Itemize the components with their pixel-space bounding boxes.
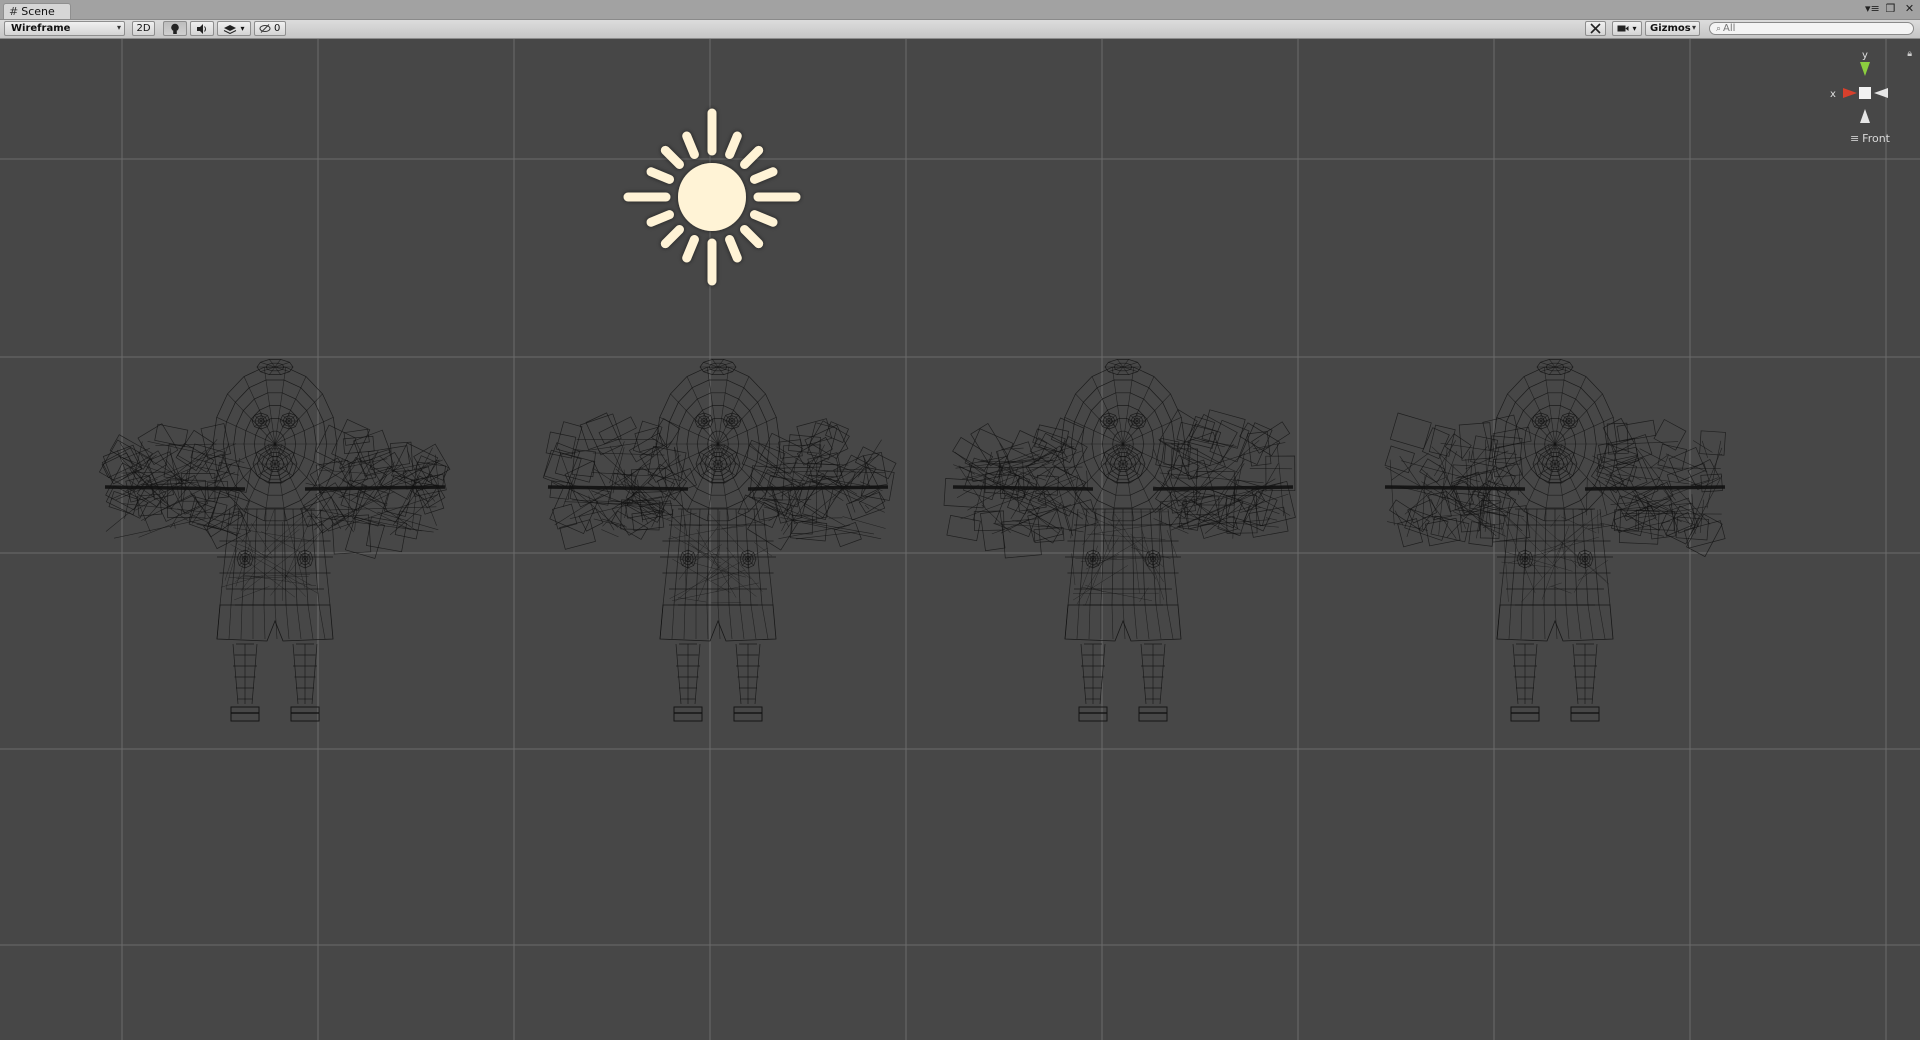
layers-icon [224, 24, 237, 34]
gizmos-dropdown[interactable]: Gizmos ▾ [1645, 21, 1700, 36]
axis-x-cone[interactable] [1843, 88, 1857, 98]
scene-viewport[interactable]: y x 🔒︎ ≡ Front [0, 39, 1920, 1040]
axis-neg-x-cone[interactable] [1874, 88, 1888, 98]
lock-icon[interactable]: 🔒︎ [1907, 49, 1912, 59]
gizmo-center-cube[interactable] [1859, 87, 1871, 99]
character-wireframe-4[interactable] [1345, 359, 1765, 799]
hidden-count: 0 [274, 23, 281, 34]
tab-scene[interactable]: # Scene [3, 3, 71, 19]
window-controls: ▾≡ ❐ ✕ [1865, 2, 1916, 15]
lighting-toggle-button[interactable] [163, 21, 187, 36]
menu-icon: ≡ [1849, 132, 1860, 145]
2d-label: 2D [136, 23, 151, 34]
draw-mode-dropdown[interactable]: Wireframe ▾ [4, 21, 125, 36]
chevron-down-icon: ▾ [1691, 23, 1696, 32]
camera-settings-button[interactable]: ▾ [1612, 21, 1642, 36]
minimize-icon[interactable]: ▾≡ [1865, 2, 1880, 15]
character-wireframe-1[interactable] [65, 359, 485, 799]
chevron-down-icon: ▾ [116, 23, 121, 32]
audio-toggle-button[interactable] [190, 21, 214, 36]
camera-icon [1617, 25, 1629, 32]
view-projection-label[interactable]: ≡ Front [1850, 132, 1890, 145]
gizmos-label: Gizmos [1650, 23, 1691, 34]
draw-mode-label: Wireframe [11, 23, 71, 34]
search-icon: ⌕ [1716, 23, 1722, 34]
hidden-objects-button[interactable]: 0 [254, 21, 286, 36]
character-wireframe-3[interactable] [913, 359, 1333, 799]
eye-hidden-icon [259, 24, 271, 33]
character-wireframe-2[interactable] [508, 359, 928, 799]
search-field[interactable]: ⌕ [1709, 22, 1914, 35]
lightbulb-icon [171, 23, 179, 34]
axis-x-label: x [1830, 89, 1836, 100]
close-icon[interactable]: ✕ [1903, 2, 1916, 15]
axis-y-cone[interactable] [1860, 62, 1870, 76]
grid-icon: # [9, 5, 19, 18]
axis-y-label: y [1862, 50, 1868, 61]
tools-icon [1590, 23, 1601, 34]
tab-scene-label: Scene [21, 5, 55, 18]
view-name: Front [1862, 132, 1890, 145]
speaker-icon [197, 23, 206, 34]
chevron-down-icon: ▾ [240, 24, 245, 33]
tab-bar: # Scene ▾≡ ❐ ✕ [0, 0, 1920, 20]
tools-button[interactable] [1585, 21, 1606, 36]
scene-toolbar: Wireframe ▾ 2D ▾ 0 ▾ Gizmos ▾ ⌕ All [0, 20, 1920, 39]
maximize-icon[interactable]: ❐ [1884, 2, 1897, 15]
axis-neg-y-cone[interactable] [1860, 109, 1870, 123]
2d-toggle-button[interactable]: 2D [132, 21, 155, 36]
directional-light-sun-icon[interactable] [620, 105, 804, 289]
search-input[interactable] [1723, 23, 1894, 34]
chevron-down-icon: ▾ [1632, 24, 1637, 33]
unity-scene-window: # Scene ▾≡ ❐ ✕ Wireframe ▾ 2D ▾ 0 ▾ Gizm… [0, 0, 1920, 1040]
effects-dropdown-button[interactable]: ▾ [217, 21, 251, 36]
